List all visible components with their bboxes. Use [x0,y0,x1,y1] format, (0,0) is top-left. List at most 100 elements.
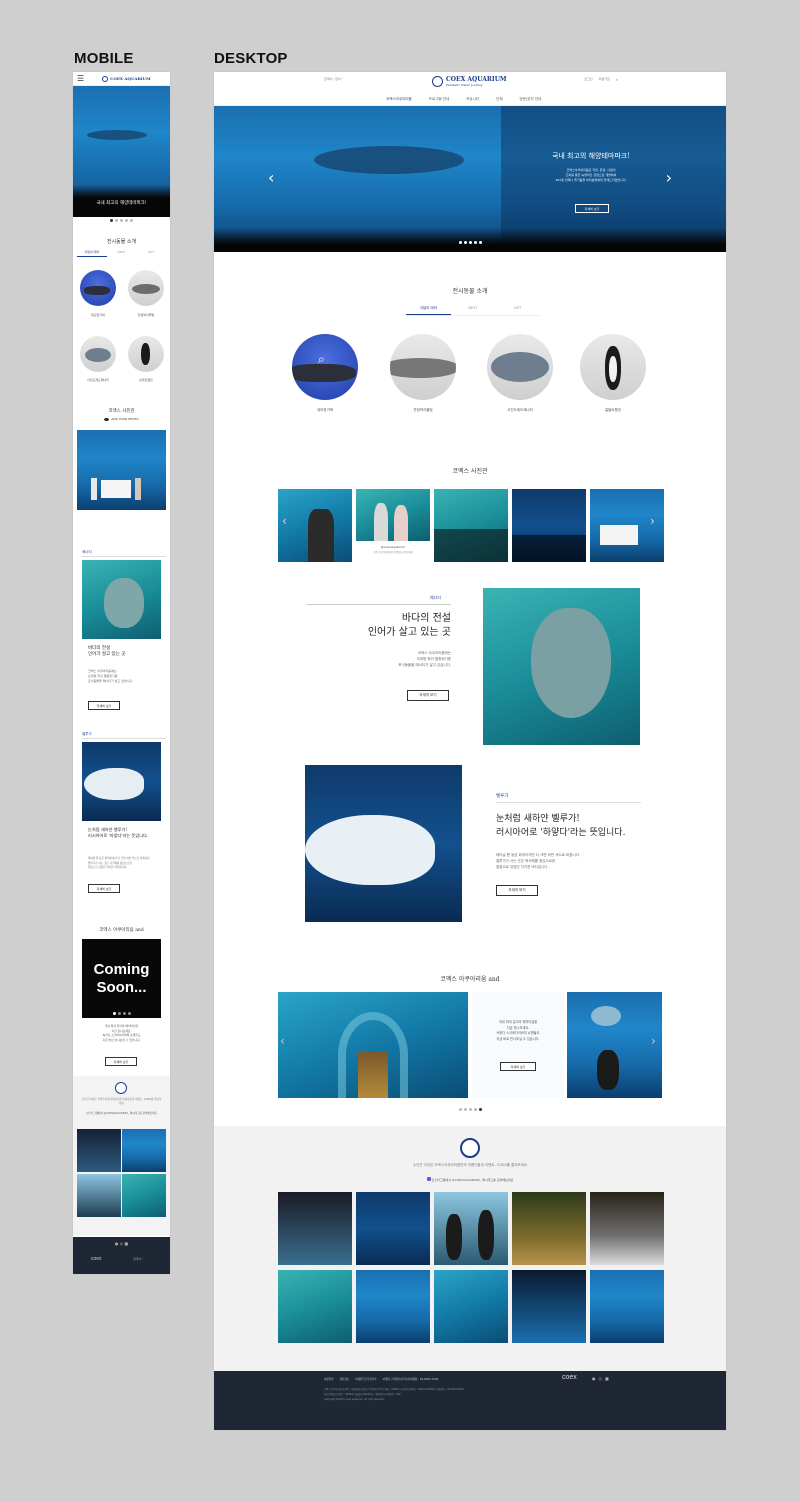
nav-item-program[interactable]: 프로그램 안내 [429,97,449,102]
hero-desc: 코엑스아쿠아리움은 자연, 환경, 사람이 조화를 통한 녹생적인 관점으로 개… [555,168,627,182]
animal-penguin[interactable] [580,334,646,400]
insta-photo-6[interactable] [278,1270,352,1343]
mobile-photo-hashtag: ADD YOUR PHOTO [73,417,170,421]
mobile-insta-photo-1[interactable] [77,1129,121,1172]
mobile-header: ☰ COEX AQUARIUM [73,72,170,86]
logo-text: COEX AQUARIUM [446,76,507,83]
mobile-footer-social: ● ◎ ■ [73,1241,170,1246]
tab-best[interactable]: BEST [451,306,496,315]
hero-chevron-right-icon[interactable]: › [666,168,672,187]
tab-gift[interactable]: GIFT [495,306,540,315]
instagram-icon[interactable]: ◎ [599,1376,603,1381]
nav-item-community[interactable]: 커뮤니티 [466,97,479,102]
mobile-insta-photo-4[interactable] [122,1174,166,1217]
feature1-button[interactable]: 자세히 보기 [407,690,449,701]
feature2-button[interactable]: 자세히 보기 [496,885,538,896]
footer-link-terms[interactable]: 이용약관 [324,1377,334,1381]
insta-photo-8[interactable] [434,1270,508,1343]
feature2-photo [305,765,462,922]
footer-link-privacy[interactable]: 개인정보 [340,1377,350,1381]
mobile-feature1-button[interactable]: 자세히 보기 [88,701,120,710]
mobile-tab-theme[interactable]: 이달의 테마 [77,250,107,257]
mobile-footer: ● ◎ ■ coex 한국어 ˅ [73,1237,170,1274]
mobile-and-dots[interactable] [73,1012,170,1015]
animal-turtle[interactable]: ⌕ [292,334,358,400]
photo-tile-3[interactable] [434,489,508,562]
insta-photo-1[interactable] [278,1192,352,1265]
desktop-nav: 코엑스아쿠아리움 프로그램 안내 커뮤니티 단체 방문/공지 안내 [386,97,541,102]
mobile-animal-penguin[interactable] [128,336,164,372]
desktop-lang-select[interactable]: 한국어 / 언어 ˅ [324,77,343,81]
instagram-icon[interactable]: ◎ [120,1241,124,1246]
mobile-insta-photo-3[interactable] [77,1174,121,1217]
mobile-and-button[interactable]: 자세히 보기 [105,1057,137,1066]
desktop-util: 로그인 회원가입 ⌕ [584,77,618,82]
mobile-animal-turtle[interactable] [80,270,116,306]
photo-chevron-right-icon[interactable]: › [650,514,655,528]
signup-link[interactable]: 회원가입 [599,77,610,82]
mobile-tab-best[interactable]: BEST [107,250,137,257]
insta-photo-5[interactable] [590,1192,664,1265]
mobile-tab-gift[interactable]: GIFT [136,250,166,257]
desktop-header: 한국어 / 언어 ˅ COEX AQUARIUM Fantastic Water… [214,72,726,106]
insta-photo-9[interactable] [512,1270,586,1343]
and-diver-photo[interactable] [567,992,662,1098]
mobile-logo-text[interactable]: COEX AQUARIUM [110,76,150,81]
facebook-icon[interactable]: ■ [124,1241,128,1246]
mobile-feature2-label: 벨루가 [82,732,92,736]
mobile-animals-title: 전시동물 소개 [106,239,137,245]
youtube-icon[interactable]: ● [592,1376,596,1381]
mobile-feature2-photo [82,742,161,821]
photo-tile-2[interactable]: @coexaquarium 코엑스아쿠아리움에서 인생샷을 남겨보세요 [356,489,430,562]
footer-info-2: 통신판매업신고번호 : 제0000-서울강남-00000호 | 개인정보보호책임… [324,1393,401,1396]
mobile-feature1-label: 매너티 [82,550,92,554]
tab-theme[interactable]: 이달의 테마 [406,306,451,315]
nav-item-group[interactable]: 단체 [496,97,502,102]
mobile-coming-soon[interactable]: Coming Soon... [82,939,161,1018]
photo-tile-1[interactable] [278,489,352,562]
and-dots[interactable] [214,1108,726,1111]
and-button[interactable]: 자세히 보기 [500,1062,536,1071]
mobile-insta-photo-2[interactable] [122,1129,166,1172]
insta-photo-4[interactable] [512,1192,586,1265]
footer-link-email[interactable]: 이메일무단수집거부 [355,1377,376,1381]
desktop-and-title: 코엑스 아쿠아리움 and [440,976,500,983]
menu-icon[interactable]: ☰ [77,74,84,83]
photo-caption: @coexaquarium [380,545,406,549]
mobile-animal-manatee[interactable] [80,336,116,372]
desktop-logo[interactable]: COEX AQUARIUM Fantastic Water Journey [432,76,507,87]
nav-item-visit[interactable]: 방문/공지 안내 [520,97,542,102]
photo-chevron-left-icon[interactable]: ‹ [282,514,287,528]
footer-link-contact[interactable]: 이메일 고객센터(문의)/인재채용 : 02-6000-7000 [383,1377,439,1381]
mobile-animal-seal-name: 잔점박이물범 [137,313,155,317]
animal-seal[interactable] [390,334,456,400]
mobile-animal-seal[interactable] [128,270,164,306]
mobile-logo-icon [102,75,109,82]
hero-chevron-left-icon[interactable]: ‹ [268,168,274,187]
mobile-footer-lang[interactable]: 한국어 ˅ [133,1257,144,1261]
animal-penguin-name: 훔볼트펭귄 [604,408,622,412]
feature1-rule [306,604,451,605]
and-chevron-left-icon[interactable]: ‹ [280,1034,285,1048]
mobile-photo-main[interactable] [77,430,166,510]
insta-photo-10[interactable] [590,1270,664,1343]
insta-photo-2[interactable] [356,1192,430,1265]
photo-caption-sub: 코엑스아쿠아리움에서 인생샷을 남겨보세요 [373,551,413,554]
insta-photo-7[interactable] [356,1270,430,1343]
insta-photo-3[interactable] [434,1192,508,1265]
and-tunnel-photo[interactable] [278,992,468,1098]
hero-dots[interactable] [214,241,726,244]
login-link[interactable]: 로그인 [584,77,592,82]
search-icon[interactable]: ⌕ [616,77,618,82]
youtube-icon[interactable]: ● [115,1241,119,1246]
and-chevron-right-icon[interactable]: › [651,1034,656,1048]
nav-item-aquarium[interactable]: 코엑스아쿠아리움 [386,97,412,102]
hero-button[interactable]: 자세히 보기 [575,204,609,213]
mobile-feature2-button[interactable]: 자세히 보기 [88,884,120,893]
animal-manatee[interactable] [487,334,553,400]
photo-tile-4[interactable] [512,489,586,562]
mobile-animals-tabs: 이달의 테마 BEST GIFT [77,250,166,257]
mobile-feature1-rule [82,556,166,557]
facebook-icon[interactable]: ■ [605,1376,609,1381]
mobile-hero-dots[interactable] [73,219,170,222]
